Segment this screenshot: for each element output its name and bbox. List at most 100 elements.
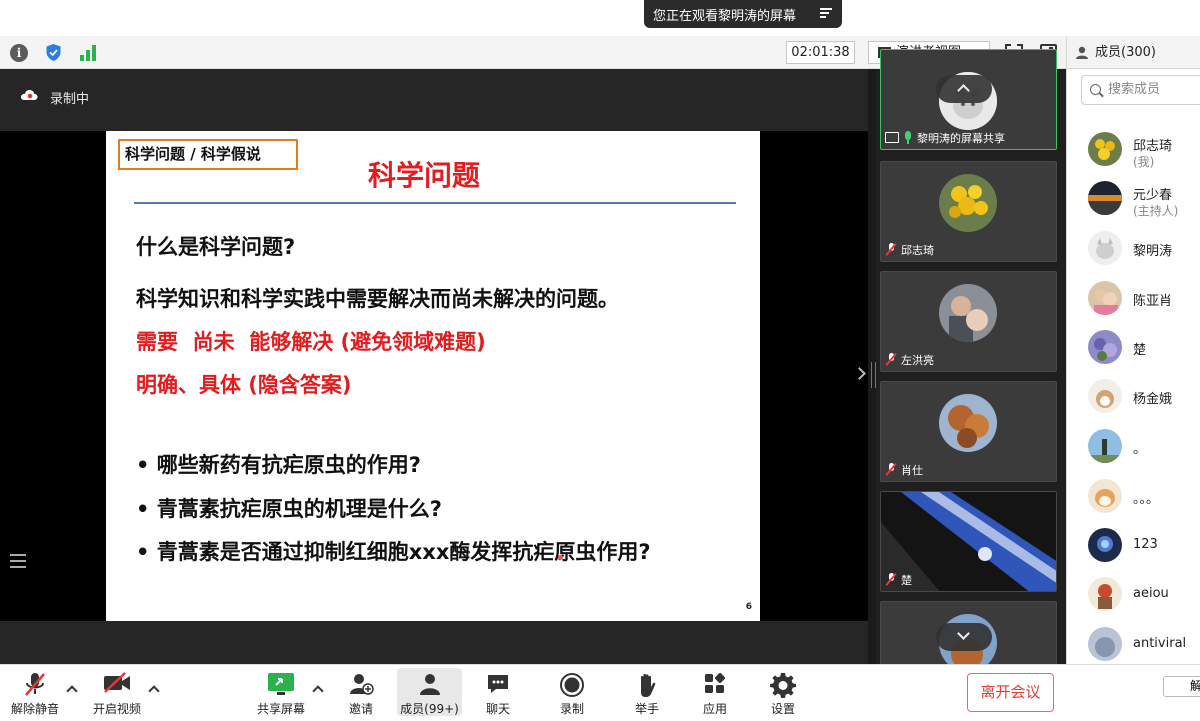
member-name: antiviral: [1133, 636, 1187, 651]
member-item[interactable]: 陈亚肖: [1088, 278, 1200, 318]
tile-name: 黎明涛的屏幕共享: [917, 131, 1005, 145]
members-button[interactable]: 成员(99+): [397, 668, 462, 716]
tile-name: 肖仕: [901, 463, 923, 477]
member-item[interactable]: 邱志琦 (我): [1088, 129, 1200, 169]
raise-hand-label: 举手: [634, 702, 659, 716]
member-name: 楚: [1133, 343, 1147, 358]
signal-icon[interactable]: [80, 44, 98, 61]
avatar: [1088, 429, 1122, 463]
scroll-up-button[interactable]: [936, 75, 992, 103]
tile-label: 邱志琦: [885, 241, 934, 258]
panel-action-button[interactable]: 解: [1163, 676, 1200, 697]
meeting-timer: 02:01:38: [786, 41, 855, 64]
menu-icon[interactable]: [820, 8, 832, 19]
bottom-toolbar: 解除静音 开启视频 共享屏幕 邀请 成员(99+) 聊天 录制 举手 应用 设置: [0, 664, 1200, 721]
chat-label: 聊天: [485, 702, 510, 716]
recording-bar: 录制中: [0, 69, 868, 131]
tile-name: 邱志琦: [901, 243, 934, 257]
tile-label: 楚: [885, 571, 912, 588]
member-item[interactable]: 杨金娥: [1088, 376, 1200, 416]
mic-muted-icon: [25, 673, 45, 696]
record-button[interactable]: 录制: [550, 668, 594, 716]
member-item[interactable]: 元少春 (主持人): [1088, 178, 1200, 218]
start-video-button[interactable]: 开启视频: [88, 668, 146, 716]
chat-button[interactable]: 聊天: [476, 668, 520, 716]
stage-bottom-strip: [0, 621, 868, 664]
shield-icon[interactable]: [45, 43, 62, 62]
slide-bullet-1: • 哪些新药有抗疟原虫的作用?: [136, 453, 421, 477]
leave-meeting-button[interactable]: 离开会议: [967, 673, 1054, 712]
settings-label: 设置: [770, 702, 795, 716]
member-item[interactable]: aeiou: [1088, 574, 1200, 614]
info-icon[interactable]: i: [10, 44, 28, 62]
member-item[interactable]: 。。。: [1088, 476, 1200, 516]
chevron-up-icon: [957, 84, 970, 97]
avatar: [1088, 577, 1122, 611]
slide-highlight-1: 需要 尚未 能够解决 (避免领域难题): [136, 330, 486, 354]
avatar: [1088, 479, 1122, 513]
avatar: [1088, 281, 1122, 315]
top-strip: [0, 0, 1200, 36]
avatar: [939, 394, 997, 452]
mic-muted-icon: [885, 243, 897, 256]
chevron-up-icon[interactable]: [312, 685, 324, 697]
member-role: (主持人): [1133, 204, 1179, 218]
scroll-down-button[interactable]: [936, 623, 992, 651]
tile-name: 楚: [901, 573, 912, 587]
slide-bullet-3: • 青蒿素是否通过抑制红细胞xxx酶发挥抗疟原虫作用?: [136, 540, 651, 564]
unmute-button[interactable]: 解除静音: [6, 668, 64, 716]
avatar: [1088, 231, 1122, 265]
member-name: 元少春: [1133, 188, 1173, 203]
shared-slide: 科学问题 / 科学假说 科学问题 什么是科学问题? 科学知识和科学实践中需要解决…: [106, 131, 760, 621]
member-item[interactable]: 123: [1088, 525, 1200, 565]
video-tile[interactable]: 左洪亮: [880, 271, 1057, 372]
record-icon: [560, 673, 584, 697]
list-icon[interactable]: [10, 554, 26, 568]
invite-label: 邀请: [348, 702, 373, 716]
search-placeholder: 搜索成员: [1108, 82, 1161, 97]
video-tile[interactable]: 邱志琦: [880, 161, 1057, 262]
start-video-label: 开启视频: [92, 702, 141, 716]
member-item[interactable]: 楚: [1088, 327, 1200, 367]
video-tile[interactable]: 肖仕: [880, 381, 1057, 482]
avatar: [1088, 132, 1122, 166]
chevron-right-icon[interactable]: [853, 367, 866, 380]
slide-question: 什么是科学问题?: [136, 235, 296, 259]
share-screen-button[interactable]: 共享屏幕: [252, 668, 310, 716]
unmute-label: 解除静音: [10, 702, 59, 716]
member-item[interactable]: 。: [1088, 426, 1200, 466]
member-item[interactable]: antiviral: [1088, 624, 1200, 664]
member-name: 123: [1133, 537, 1158, 552]
member-search-input[interactable]: 搜索成员: [1081, 75, 1200, 105]
apps-button[interactable]: 应用: [693, 668, 737, 716]
screen-share-banner[interactable]: 您正在观看黎明涛的屏幕: [644, 0, 842, 28]
member-name: 。: [1133, 442, 1147, 457]
member-role: (我): [1133, 155, 1155, 169]
pointer-dot: [558, 555, 563, 560]
slide-bullet-2: • 青蒿素抗疟原虫的机理是什么?: [136, 497, 442, 521]
settings-button[interactable]: 设置: [761, 668, 805, 716]
person-icon: [1076, 46, 1088, 59]
member-name: aeiou: [1133, 586, 1169, 601]
banner-text: 您正在观看黎明涛的屏幕: [653, 8, 797, 24]
slide-title: 科学问题: [368, 159, 481, 192]
member-name: 。。。: [1133, 492, 1160, 507]
avatar: [1088, 627, 1122, 661]
cloud-icon: [21, 90, 38, 100]
raise-hand-button[interactable]: 举手: [625, 668, 669, 716]
invite-button[interactable]: 邀请: [338, 668, 384, 716]
apps-label: 应用: [702, 702, 727, 716]
member-name: 杨金娥: [1133, 392, 1173, 407]
chat-icon: [488, 675, 508, 693]
mic-icon: [903, 131, 913, 144]
chevron-up-icon[interactable]: [66, 685, 78, 697]
chevron-down-icon: [957, 627, 970, 640]
video-gallery: 黎明涛的屏幕共享 邱志琦 左洪亮 肖仕 楚: [876, 49, 1066, 702]
video-tile-camera[interactable]: 楚: [880, 491, 1057, 592]
avatar: [1088, 528, 1122, 562]
member-item[interactable]: 黎明涛: [1088, 228, 1200, 268]
member-name: 邱志琦: [1133, 139, 1173, 154]
slide-definition: 科学知识和科学实践中需要解决而尚未解决的问题。: [136, 287, 619, 311]
chevron-up-icon[interactable]: [148, 685, 160, 697]
slide-divider: [134, 202, 736, 204]
